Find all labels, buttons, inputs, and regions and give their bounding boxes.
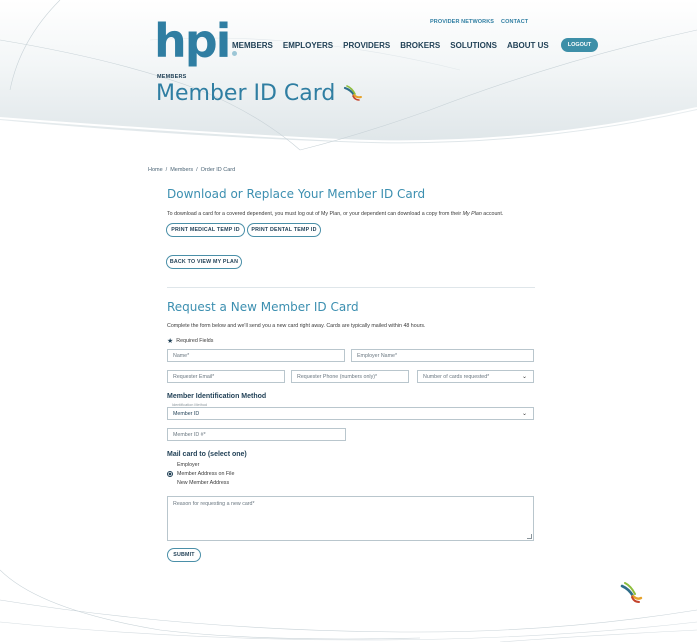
requester-phone-input[interactable]: Requester Phone (numbers only)* (291, 370, 409, 383)
footer-background (0, 569, 697, 642)
utility-nav: PROVIDER NETWORKS CONTACT (430, 19, 528, 25)
header-background (0, 0, 697, 151)
chevron-down-icon: ⌄ (521, 411, 527, 417)
request-intro: Complete the form below and we'll send y… (167, 323, 426, 329)
page-title-text: Member ID Card (156, 81, 336, 106)
number-of-cards-placeholder: Number of cards requested* (423, 373, 490, 380)
download-text-before: To download a card for a covered depende… (167, 211, 463, 217)
breadcrumb-separator: / (196, 167, 198, 173)
nav-about-us[interactable]: ABOUT US (507, 41, 549, 50)
employer-name-placeholder: Employer Name* (357, 352, 398, 359)
identification-method-select[interactable]: Member ID ⌄ (167, 407, 534, 420)
print-medical-temp-id-button[interactable]: PRINT MEDICAL TEMP ID (166, 223, 245, 237)
requester-email-placeholder: Requester Email* (173, 373, 215, 380)
header-hero: hpi PROVIDER NETWORKS CONTACT MEMBERS EM… (0, 0, 697, 160)
page-title: Member ID Card (156, 81, 363, 106)
nav-employers[interactable]: EMPLOYERS (283, 41, 333, 50)
identification-method-value: Member ID (173, 410, 200, 417)
breadcrumb-members[interactable]: Members (170, 167, 193, 173)
star-icon: ★ (167, 338, 174, 345)
radio-button-selected[interactable] (167, 471, 173, 477)
nav-providers[interactable]: PROVIDERS (343, 41, 390, 50)
hpi-logo[interactable]: hpi (154, 10, 238, 68)
nav-members[interactable]: MEMBERS (232, 41, 273, 50)
back-to-view-my-plan-button[interactable]: BACK TO VIEW MY PLAN (166, 255, 242, 269)
reason-textarea[interactable]: Reason for requesting a new card* (167, 496, 534, 541)
breadcrumb-current: Order ID Card (200, 167, 236, 173)
name-input[interactable]: Name* (167, 349, 345, 362)
breadcrumb-home[interactable]: Home (148, 167, 163, 173)
mail-option-label: New Member Address (177, 480, 230, 486)
resize-handle[interactable] (527, 534, 532, 539)
section-divider (167, 287, 535, 288)
required-fields-note: ★ Required Fields (167, 337, 213, 345)
member-id-placeholder: Member ID #* (173, 431, 206, 438)
reason-placeholder: Reason for requesting a new card* (173, 501, 255, 507)
main-nav: MEMBERS EMPLOYERS PROVIDERS BROKERS SOLU… (232, 38, 599, 52)
employer-name-input[interactable]: Employer Name* (351, 349, 534, 362)
print-dental-temp-id-button[interactable]: PRINT DENTAL TEMP ID (247, 223, 321, 237)
mail-option-employer[interactable]: Employer (167, 462, 199, 468)
util-link-contact[interactable]: CONTACT (501, 19, 528, 25)
mail-option-label: Employer (177, 462, 200, 468)
section-eyebrow: MEMBERS (157, 74, 187, 80)
mail-option-member-address[interactable]: Member Address on File (167, 471, 234, 477)
requester-phone-placeholder: Requester Phone (numbers only)* (297, 373, 378, 380)
required-fields-label: Required Fields (176, 338, 214, 344)
download-text-after: account. (481, 211, 504, 217)
member-id-input[interactable]: Member ID #* (167, 428, 346, 441)
download-heading: Download or Replace Your Member ID Card (167, 187, 426, 201)
mail-option-new-address[interactable]: New Member Address (167, 480, 229, 486)
download-text-em: My Plan (462, 211, 482, 217)
name-placeholder: Name* (173, 352, 190, 359)
mail-card-heading: Mail card to (select one) (167, 451, 247, 458)
util-link-provider-networks[interactable]: PROVIDER NETWORKS (430, 19, 494, 25)
requester-email-input[interactable]: Requester Email* (167, 370, 285, 383)
logout-button[interactable]: LOGOUT (560, 38, 599, 52)
nav-solutions[interactable]: SOLUTIONS (450, 41, 497, 50)
nav-brokers[interactable]: BROKERS (400, 41, 440, 50)
id-method-heading: Member Identification Method (167, 393, 267, 400)
breadcrumb-separator: / (165, 167, 168, 173)
number-of-cards-select[interactable]: Number of cards requested* ⌄ (417, 370, 534, 383)
dragonfly-icon (344, 84, 363, 101)
breadcrumb: Home / Members / Order ID Card (148, 167, 235, 173)
request-heading: Request a New Member ID Card (167, 300, 359, 314)
dragonfly-icon (620, 582, 643, 603)
mail-option-label: Member Address on File (177, 471, 235, 477)
chevron-down-icon: ⌄ (521, 374, 527, 380)
logo-wordmark: hpi (154, 14, 231, 68)
download-instructions: To download a card for a covered depende… (167, 211, 503, 217)
